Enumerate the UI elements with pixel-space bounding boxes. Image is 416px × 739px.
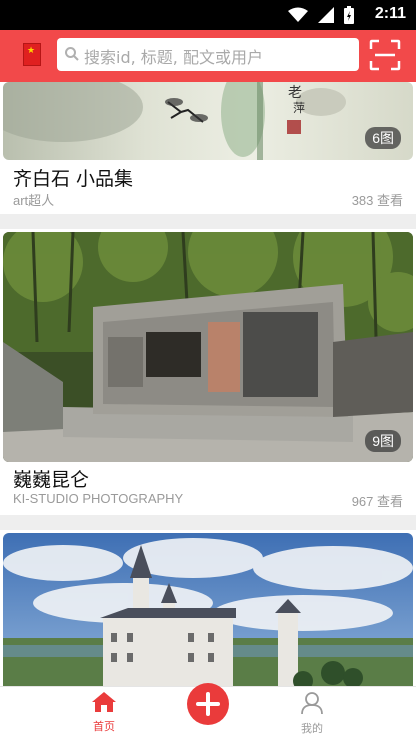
- search-placeholder: 搜索id, 标题, 配文或用户: [84, 48, 263, 67]
- add-post-button[interactable]: [187, 683, 229, 725]
- card-author[interactable]: art超人: [13, 190, 54, 209]
- nav-profile-label: 我的: [301, 722, 323, 735]
- home-icon: [92, 692, 116, 712]
- signal-icon: [318, 7, 334, 23]
- image-count-badge: 9图: [365, 430, 401, 452]
- scan-icon[interactable]: [369, 39, 401, 71]
- nav-profile[interactable]: 我的: [282, 691, 342, 736]
- status-bar: 2:11: [0, 0, 416, 30]
- user-icon: [301, 692, 323, 715]
- china-flag-icon[interactable]: ★: [23, 43, 41, 66]
- status-icons: [288, 6, 354, 24]
- app-bar: ★ 搜索id, 标题, 配文或用户: [0, 30, 416, 82]
- plus-icon: [196, 692, 220, 716]
- search-icon: [65, 47, 79, 61]
- svg-text:萍: 萍: [293, 101, 305, 115]
- feed-card-3[interactable]: [0, 530, 416, 686]
- card-author[interactable]: KI-STUDIO PHOTOGRAPHY: [13, 491, 183, 506]
- painting-image: 老 萍: [3, 82, 413, 160]
- nav-home-label: 首页: [93, 720, 115, 733]
- card-views: 383 查看: [351, 193, 403, 208]
- card-image-painting[interactable]: 老 萍 6图: [3, 82, 413, 160]
- image-count-badge: 6图: [365, 127, 401, 149]
- nav-home[interactable]: 首页: [74, 691, 134, 734]
- wifi-icon: [288, 7, 308, 22]
- card-image-castle[interactable]: [3, 533, 413, 686]
- battery-charging-icon: [344, 6, 354, 24]
- castle-image: [3, 533, 413, 686]
- bottom-navigation: 首页 我的: [0, 683, 416, 739]
- card-title: 齐白石 小品集: [13, 168, 134, 190]
- search-input[interactable]: 搜索id, 标题, 配文或用户: [57, 38, 359, 71]
- status-time: 2:11: [374, 5, 406, 22]
- card-image-monument[interactable]: 9图: [3, 232, 413, 462]
- monument-image: [3, 232, 413, 462]
- feed-card-2[interactable]: 9图 巍巍昆仑 KI-STUDIO PHOTOGRAPHY 967 查看: [0, 229, 416, 515]
- svg-text:老: 老: [288, 85, 302, 101]
- feed-card-1[interactable]: 老 萍 6图 齐白石 小品集 art超人 383 查看: [0, 82, 416, 214]
- card-views: 967 查看: [351, 494, 403, 509]
- card-title: 巍巍昆仑: [13, 469, 90, 491]
